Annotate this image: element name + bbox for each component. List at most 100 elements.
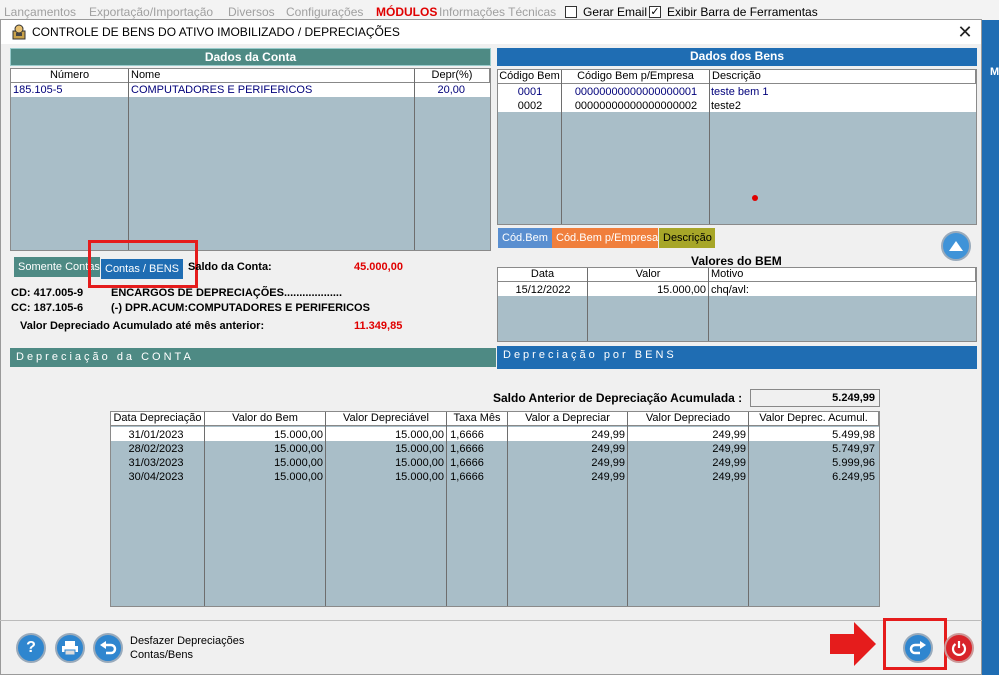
printer-icon — [62, 641, 78, 656]
exit-button[interactable] — [944, 633, 974, 663]
exibir-barra-label: Exibir Barra de Ferramentas — [667, 5, 818, 19]
depreciacao-cell: 249,99 — [591, 429, 625, 441]
menu-modulos[interactable]: MÓDULOS — [376, 5, 437, 19]
menu-lancamentos[interactable]: Lançamentos — [4, 5, 76, 19]
depreciacao-cell: 249,99 — [591, 471, 625, 483]
depreciacao-cell: 249,99 — [712, 457, 746, 469]
depreciacao-cell: 1,6666 — [450, 457, 484, 469]
tab-depreciacao-bens[interactable]: Depreciação por BENS — [497, 346, 977, 369]
col-taxa-mes[interactable]: Taxa Mês — [447, 412, 508, 426]
cd-label: CD: 417.005-9 — [11, 287, 84, 299]
conta-grid[interactable]: Número Nome Depr(%) 185.105-5 COMPUTADOR… — [10, 68, 491, 251]
menu-informacoes-tecnicas[interactable]: Informações Técnicas — [439, 5, 556, 19]
col-codigo-bem[interactable]: Código Bem — [498, 70, 562, 84]
valor-data: 15/12/2022 — [515, 284, 571, 296]
col-codigo-empresa[interactable]: Código Bem p/Empresa — [562, 70, 710, 84]
undo-icon — [100, 641, 117, 655]
help-button[interactable]: ? — [16, 633, 46, 663]
cd-desc: ENCARGOS DE DEPRECIAÇÕES................… — [111, 287, 343, 299]
col-descricao[interactable]: Descrição — [710, 70, 976, 84]
cc-label: CC: 187.105-6 — [11, 302, 84, 314]
col-data[interactable]: Data — [498, 268, 588, 282]
valor-acum-value: 11.349,85 — [354, 320, 403, 332]
depreciacao-cell: 15.000,00 — [274, 471, 323, 483]
col-depr[interactable]: Depr(%) — [415, 69, 490, 83]
saldo-anterior-value: 5.249,99 — [750, 389, 880, 407]
depreciacao-cell: 15.000,00 — [395, 429, 444, 441]
footer-divider — [0, 620, 982, 621]
depreciacao-cell: 15.000,00 — [274, 443, 323, 455]
cc-desc: (-) DPR.ACUM:COMPUTADORES E PERIFERICOS — [111, 302, 370, 314]
print-button[interactable] — [55, 633, 85, 663]
depreciacao-cell: 1,6666 — [450, 471, 484, 483]
valor-valor: 15.000,00 — [657, 284, 706, 296]
depreciacao-cell: 15.000,00 — [395, 471, 444, 483]
bem-codigo-empresa: 00000000000000000001 — [574, 86, 698, 98]
depreciacao-cell: 15.000,00 — [274, 429, 323, 441]
col-nome[interactable]: Nome — [129, 69, 415, 83]
col-valor-a-depreciar[interactable]: Valor a Depreciar — [508, 412, 628, 426]
dados-bens-header: Dados dos Bens — [497, 48, 977, 66]
valor-motivo: chq/avl: — [711, 284, 749, 296]
bem-codigo-empresa: 00000000000000000002 — [574, 100, 698, 112]
conta-nome: COMPUTADORES E PERIFERICOS — [131, 84, 313, 96]
sort-tab-descricao[interactable]: Descrição — [659, 228, 715, 248]
depreciacao-cell: 15.000,00 — [395, 443, 444, 455]
menu-configuracoes[interactable]: Configurações — [286, 5, 363, 19]
highlight-box — [88, 240, 198, 288]
col-data-depreciacao[interactable]: Data Depreciação — [111, 412, 205, 426]
scroll-up-button[interactable] — [941, 231, 971, 261]
red-dot — [752, 195, 758, 201]
bem-descricao: teste2 — [711, 100, 741, 112]
sort-tab-cod-empresa[interactable]: Cód.Bem p/Empresa — [552, 228, 658, 248]
col-valor[interactable]: Valor — [588, 268, 709, 282]
depreciacao-cell: 249,99 — [712, 471, 746, 483]
depreciacao-cell: 30/04/2023 — [128, 471, 184, 483]
conta-numero: 185.105-5 — [13, 84, 63, 96]
gerar-email-checkbox[interactable] — [565, 6, 577, 18]
menu-exportacao[interactable]: Exportação/Importação — [89, 5, 213, 19]
depreciacao-cell: 249,99 — [591, 457, 625, 469]
saldo-label: Saldo da Conta: — [188, 261, 272, 273]
depreciacao-cell: 15.000,00 — [274, 457, 323, 469]
valores-bem-title: Valores do BEM — [691, 254, 782, 268]
depreciacao-cell: 15.000,00 — [395, 457, 444, 469]
depreciacao-cell: 5.999,96 — [832, 457, 875, 469]
depreciacao-cell: 249,99 — [712, 429, 746, 441]
col-valor-depreciavel[interactable]: Valor Depreciável — [326, 412, 447, 426]
col-valor-deprec-acumul[interactable]: Valor Deprec. Acumul. — [749, 412, 879, 426]
valores-bem-grid[interactable]: Data Valor Motivo 15/12/2022 15.000,00 c… — [497, 267, 977, 342]
help-icon: ? — [26, 639, 36, 656]
desfazer-label: Desfazer Depreciações — [130, 635, 245, 647]
col-motivo[interactable]: Motivo — [709, 268, 976, 282]
saldo-anterior-label: Saldo Anterior de Depreciação Acumulada … — [493, 391, 743, 405]
depreciacao-cell: 249,99 — [712, 443, 746, 455]
menu-diversos[interactable]: Diversos — [228, 5, 275, 19]
gerar-email-label: Gerar Email — [583, 5, 648, 19]
depreciacao-cell: 1,6666 — [450, 443, 484, 455]
dados-conta-header: Dados da Conta — [10, 48, 491, 66]
col-valor-bem[interactable]: Valor do Bem — [205, 412, 326, 426]
depreciacao-grid[interactable]: Data Depreciação Valor do Bem Valor Depr… — [110, 411, 880, 607]
bem-descricao: teste bem 1 — [711, 86, 769, 98]
tab-depreciacao-conta[interactable]: Depreciação da CONTA — [10, 348, 496, 367]
highlight-box — [883, 618, 947, 670]
valor-acum-label: Valor Depreciado Acumulado até mês anter… — [20, 320, 265, 332]
undo-button[interactable] — [93, 633, 123, 663]
sort-tab-cod-bem[interactable]: Cód.Bem — [498, 228, 552, 248]
depreciacao-cell: 5.749,97 — [832, 443, 875, 455]
window-title: CONTROLE DE BENS DO ATIVO IMOBILIZADO / … — [32, 25, 400, 39]
conta-depr: 20,00 — [437, 84, 465, 96]
depreciacao-cell: 5.499,98 — [832, 429, 875, 441]
depreciacao-cell: 249,99 — [591, 443, 625, 455]
arrow-up-icon — [949, 241, 963, 251]
col-numero[interactable]: Número — [11, 69, 129, 83]
exibir-barra-checkbox[interactable]: ✓ — [649, 6, 661, 18]
col-valor-depreciado[interactable]: Valor Depreciado — [628, 412, 749, 426]
contas-bens-label: Contas/Bens — [130, 649, 193, 661]
close-icon[interactable]: ✕ — [953, 21, 977, 43]
saldo-value: 45.000,00 — [354, 261, 403, 273]
bens-grid[interactable]: Código Bem Código Bem p/Empresa Descriçã… — [497, 69, 977, 225]
depreciacao-cell: 6.249,95 — [832, 471, 875, 483]
depreciacao-cell: 28/02/2023 — [128, 443, 184, 455]
